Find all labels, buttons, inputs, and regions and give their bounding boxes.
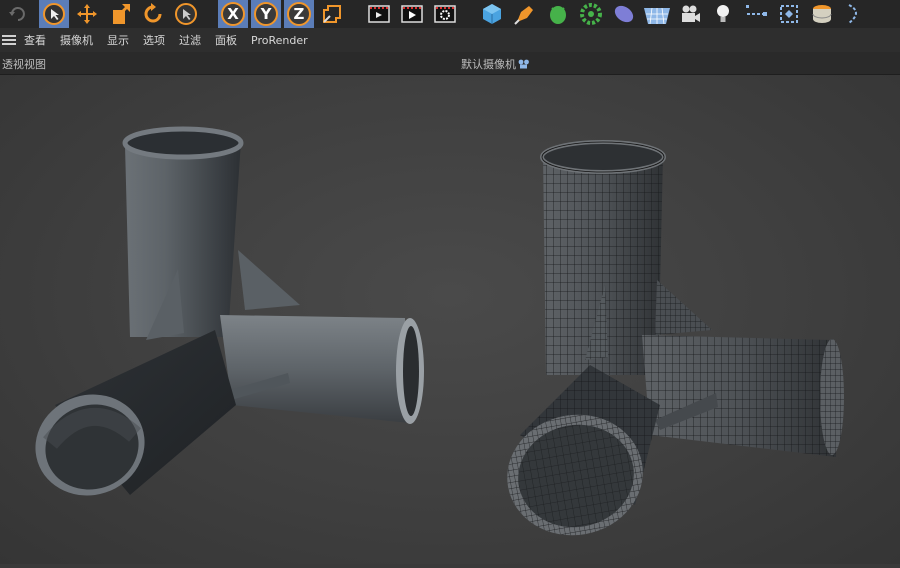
spline-tool-button[interactable]: [741, 0, 771, 28]
y-axis-label: Y: [260, 5, 272, 23]
wireframe-pipe-fitting[interactable]: [498, 140, 844, 546]
deformer-icon: [614, 5, 634, 23]
select-tool-button[interactable]: [39, 0, 69, 28]
y-axis-button[interactable]: Y: [251, 0, 281, 28]
material-button[interactable]: [807, 0, 837, 28]
menu-item-camera[interactable]: 摄像机: [60, 32, 93, 48]
coordinate-system-button[interactable]: [317, 0, 347, 28]
live-select-icon: [175, 3, 197, 25]
viewport-menubar: 查看 摄像机 显示 选项 过滤 面板 ProRender: [0, 28, 900, 52]
subdivision-button[interactable]: [543, 0, 573, 28]
viewport-canvas[interactable]: [0, 75, 900, 564]
cube-button[interactable]: [477, 0, 507, 28]
spline-icon: [848, 4, 857, 24]
polygon-tool-button[interactable]: [774, 0, 804, 28]
z-axis-button[interactable]: Z: [284, 0, 314, 28]
menu-icon[interactable]: [2, 35, 16, 45]
select-icon: [43, 3, 65, 25]
menu-item-filter[interactable]: 过滤: [179, 32, 201, 48]
scene-render: [22, 126, 844, 546]
camera-button[interactable]: [675, 0, 705, 28]
material-icon: [812, 5, 832, 23]
z-axis-label: Z: [293, 5, 305, 23]
x-axis-label: X: [227, 5, 239, 23]
camera-label: 默认摄像机: [461, 58, 516, 71]
rotate-icon: [144, 3, 162, 23]
menu-item-display[interactable]: 显示: [107, 32, 129, 48]
floor-icon: [644, 7, 670, 25]
render-settings-button[interactable]: [430, 0, 460, 28]
scale-tool-button[interactable]: [105, 0, 135, 28]
cloner-button[interactable]: [576, 0, 606, 28]
cloner-icon: [580, 3, 602, 25]
render-region-icon: [368, 5, 390, 23]
render-view-icon: [401, 5, 423, 23]
viewport-header: 透视视图 默认摄像机: [0, 52, 900, 75]
coordinate-system-icon: [323, 5, 341, 23]
move-tool-button[interactable]: [72, 0, 102, 28]
pen-icon: [514, 6, 533, 25]
polygon-tool-icon: [780, 5, 798, 23]
menu-item-options[interactable]: 选项: [143, 32, 165, 48]
rotate-tool-button[interactable]: [138, 0, 168, 28]
menu-item-view[interactable]: 查看: [24, 32, 46, 48]
deformer-button[interactable]: [609, 0, 639, 28]
view-name: 透视视图: [2, 58, 46, 71]
light-button[interactable]: [708, 0, 738, 28]
spline-button[interactable]: [840, 0, 870, 28]
menu-item-prorender[interactable]: ProRender: [251, 34, 308, 47]
move-icon: [77, 4, 97, 24]
pen-button[interactable]: [510, 0, 540, 28]
shaded-pipe-fitting[interactable]: [22, 126, 424, 510]
render-settings-icon: [434, 5, 456, 23]
camera-label-group[interactable]: 默认摄像机: [461, 56, 530, 72]
camera-small-icon: [518, 59, 529, 69]
main-toolbar: X Y Z: [0, 0, 900, 28]
spline-tool-icon: [746, 5, 767, 16]
light-icon: [717, 5, 729, 22]
menu-item-panel[interactable]: 面板: [215, 32, 237, 48]
undo-icon: [9, 7, 25, 21]
camera-icon: [682, 5, 700, 22]
undo-button[interactable]: [0, 0, 36, 28]
scale-icon: [113, 4, 130, 24]
render-view-button[interactable]: [397, 0, 427, 28]
floor-button[interactable]: [642, 0, 672, 28]
live-select-button[interactable]: [171, 0, 201, 28]
render-region-button[interactable]: [364, 0, 394, 28]
x-axis-button[interactable]: X: [218, 0, 248, 28]
cube-icon: [483, 4, 501, 24]
subdivision-icon: [550, 6, 566, 24]
